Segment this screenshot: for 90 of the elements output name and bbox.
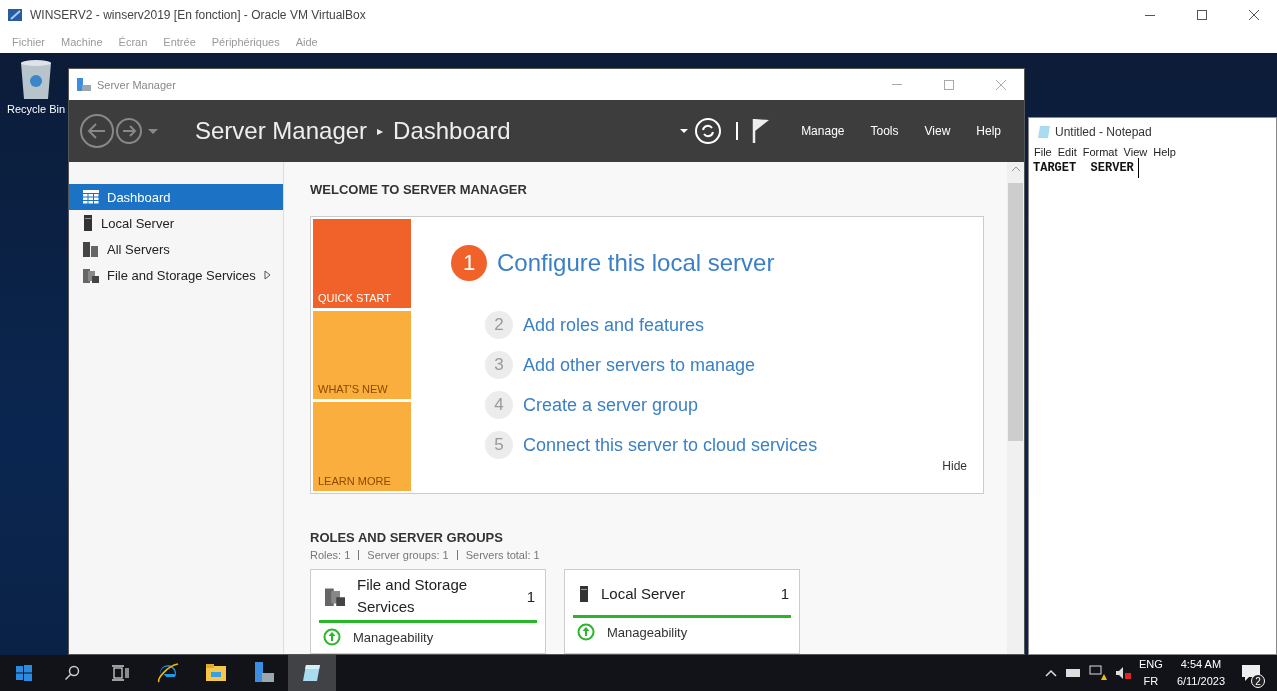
status-ok-icon [577,623,595,641]
caret-icon[interactable] [680,128,689,134]
menu-item[interactable]: Format [1079,146,1121,158]
section-heading: WELCOME TO SERVER MANAGER [310,182,527,197]
language-indicator[interactable]: FR [1143,673,1159,690]
hide-link[interactable]: Hide [942,459,967,473]
menu-item[interactable]: Tools [857,124,912,138]
folder-icon [206,664,226,682]
window-title: Server Manager [97,78,177,91]
refresh-button[interactable] [694,117,723,145]
server-icon [83,215,93,231]
card-count: 1 [780,585,790,602]
menu-item[interactable]: View [911,124,964,138]
breadcrumb-separator: ▸ [377,124,384,138]
step-link[interactable]: Configure this local server [497,249,775,277]
window-title: Untitled - Notepad [1055,125,1152,139]
storage-icon [83,267,99,283]
step-link[interactable]: Connect this server to cloud services [523,434,818,456]
menu-item[interactable]: Help [963,124,1014,138]
quick-start-tile[interactable]: LEARN MORE [313,402,411,491]
minimize-icon [1145,14,1155,16]
step-number: 4 [485,391,513,419]
taskbar-button[interactable] [288,655,336,691]
task-view-icon [111,665,129,681]
search-icon [64,665,80,681]
menu-item[interactable]: Manage [788,124,858,138]
recycle-bin-icon[interactable] [19,59,53,99]
maximize-icon [944,79,954,90]
step-number: 1 [451,245,487,281]
breadcrumb-page: Dashboard [393,117,511,145]
card-title: Local Server [601,583,687,604]
step-number: 2 [485,311,513,339]
clock-time: 4:54 AM [1180,657,1222,672]
section-heading: ROLES AND SERVER GROUPS [310,530,503,545]
step-number: 5 [485,431,513,459]
network-warning-icon[interactable] [1089,665,1108,681]
close-icon [1249,10,1259,20]
menu-item[interactable]: Help [1150,146,1179,158]
notification-count: 2 [1251,674,1265,688]
breadcrumb-root[interactable]: Server Manager [195,117,368,145]
language-indicator[interactable]: ENG [1139,656,1163,673]
minimize-icon [892,84,902,85]
quick-start-tile[interactable]: WHAT'S NEW [313,310,411,400]
step-number: 3 [485,351,513,379]
notepad-icon [302,663,322,683]
virtualbox-icon [8,7,24,23]
step-link[interactable]: Add other servers to manage [523,354,756,376]
servers-icon [83,241,99,257]
desktop-icon-label: Recycle Bin [6,103,66,115]
server-icon [579,585,589,602]
menu-item[interactable]: Edit [1054,146,1080,158]
card-count: 1 [526,587,536,605]
chevron-up-icon[interactable] [1045,669,1058,677]
server-manager-icon [253,662,275,684]
summary-text: Servers total: 1 [465,549,540,561]
back-button[interactable] [79,113,115,149]
step-link[interactable]: Add roles and features [523,314,705,336]
flag-icon[interactable] [752,118,771,144]
summary-text: Roles: 1 [310,549,351,561]
notification-button[interactable]: 2 [1233,655,1269,691]
step-link[interactable]: Create a server group [523,394,699,416]
scroll-up-icon [1011,166,1020,171]
menu-item[interactable]: File [1031,146,1055,158]
server-manager-icon [77,77,91,92]
sidebar-item[interactable]: All Servers [69,236,283,262]
summary-text: Server groups: 1 [367,549,449,561]
status-label: Manageability [353,629,434,645]
text-content: TARGET SERVER [1029,158,1139,178]
window-title: WINSERV2 - winserv2019 [En fonction] - Oracle VM VirtualBox [30,8,367,22]
status-label: Manageability [607,624,688,640]
volume-muted-icon[interactable] [1115,666,1132,680]
forward-button[interactable] [115,117,143,145]
windows-logo-icon [16,665,32,681]
scrollbar-thumb[interactable] [1008,183,1023,441]
sidebar-item[interactable]: File and Storage Services [69,262,283,288]
storage-icon [325,586,345,606]
clock-date: 6/11/2023 [1176,674,1225,689]
sidebar-item[interactable]: Local Server [69,210,283,236]
sidebar-item[interactable]: Dashboard [69,184,283,210]
menu-item[interactable]: View [1120,146,1151,158]
role-card[interactable]: Local Server 1 Manageability [564,569,800,654]
card-title: File and Storage Services [357,575,469,617]
close-icon [996,79,1006,90]
dashboard-icon [83,190,99,204]
notepad-icon [1037,125,1051,139]
maximize-icon [1197,10,1207,20]
status-ok-icon [323,628,341,646]
tablet-icon[interactable] [1065,667,1082,679]
role-card[interactable]: File and Storage Services 1 Manageability [310,569,546,654]
browser-icon [157,662,179,684]
